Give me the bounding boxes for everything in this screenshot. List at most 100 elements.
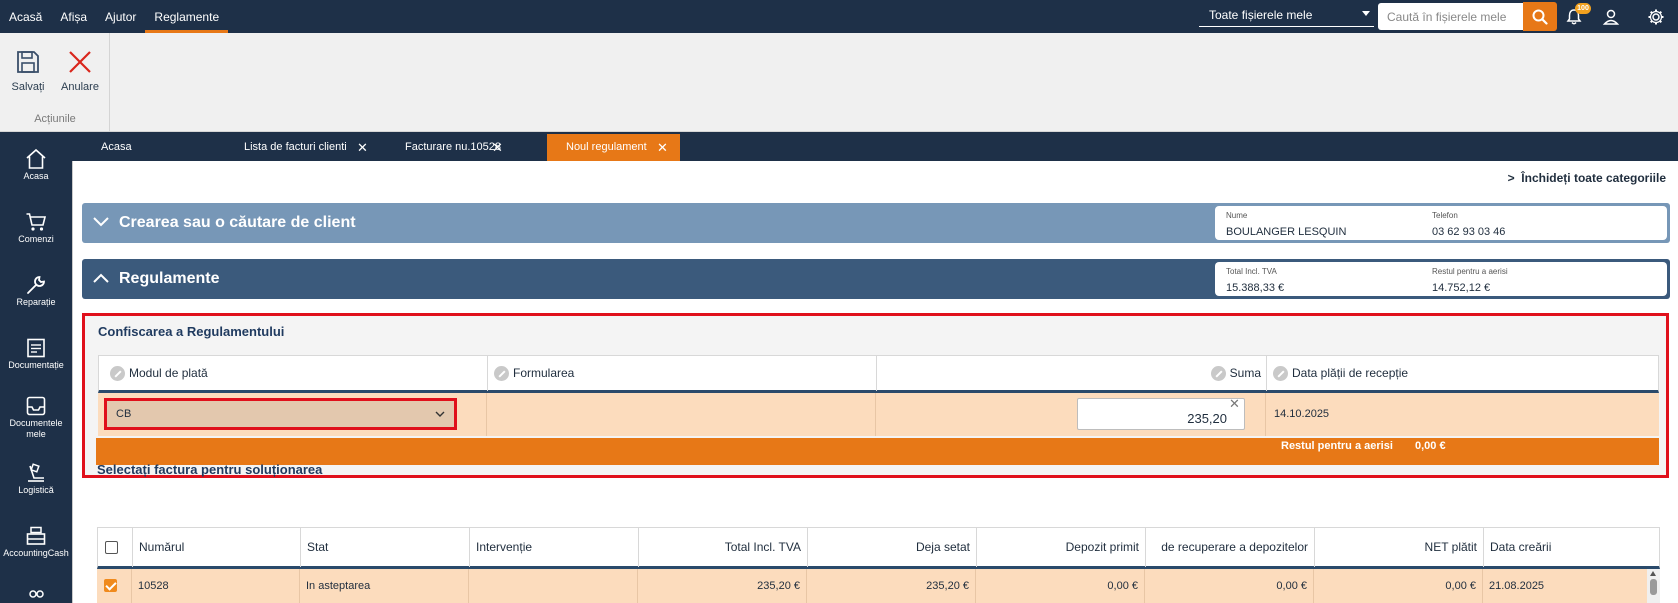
sidenav-label: Reparație [16,297,56,307]
sidenav-label: Documentație [8,360,64,370]
column-formulation[interactable]: Formularea [488,356,877,391]
table-row[interactable]: 10528 In asteptarea 235,20 € 235,20 € 0,… [97,569,1647,603]
cancel-label: Anulare [61,81,99,93]
settlement-totals-card: Total Incl. TVA 15.388,33 € Restul pentr… [1215,262,1667,296]
column-creation-date[interactable]: Data creării [1484,528,1659,567]
chevron-up-icon [93,273,109,283]
tab-invoice-10528[interactable]: Facturare nu.10528 ✕ [376,134,511,161]
column-net-paid[interactable]: NET plătit [1315,528,1484,567]
clear-icon[interactable]: ✕ [1229,397,1240,411]
payment-mode-select[interactable]: CB [104,398,457,430]
sidenav-item-my-documents[interactable]: Documentele mele [0,395,72,440]
close-all-categories-link[interactable]: > Închideți toate categoriile [1508,171,1666,185]
sidenav-item-documentation[interactable]: Documentație [0,337,72,371]
total-value: 15.388,33 € [1226,282,1285,294]
name-label: Nume [1226,211,1248,220]
invoice-selection-title: Selectați factura pentru soluționarea [97,462,323,477]
topnav-view[interactable]: Afișa [51,0,96,33]
settlement-section-header[interactable]: Regulamente Total Incl. TVA 15.388,33 € … [82,259,1670,299]
scroll-up-icon[interactable] [1650,571,1656,576]
invoice-already-set: 235,20 € [807,569,976,603]
users-icon [29,590,44,598]
payment-mode-cell: CB [98,393,487,436]
sidenav-item-repair[interactable]: Reparație [0,274,72,308]
tab-customer-invoices[interactable]: Lista de facturi clienti ✕ [215,134,375,161]
sidenav-item-accounting-cash[interactable]: AccountingCash [0,525,72,559]
column-status[interactable]: Stat [301,528,470,567]
close-tab-icon[interactable]: ✕ [357,134,368,161]
column-intervention[interactable]: Intervenție [470,528,639,567]
settings-button[interactable] [1643,4,1669,30]
actions-group: Salvați Anulare Acțiunile [0,33,110,132]
column-deposit-recovery[interactable]: de recuperare a depozitelor [1146,528,1315,567]
total-label: Total Incl. TVA [1226,267,1277,276]
user-button[interactable] [1598,4,1624,30]
select-all-checkbox[interactable] [105,541,118,554]
tab-label: Acasa [101,141,132,153]
column-total-incl-vat[interactable]: Total Incl. TVA [639,528,808,567]
chevron-down-icon [435,411,445,417]
table-scrollbar[interactable] [1647,569,1660,603]
receipt-date-cell[interactable]: 14.10.2025 [1266,393,1657,436]
notifications-button[interactable]: 100 [1561,3,1591,30]
amount-cell: ✕ [876,393,1266,436]
column-already-set[interactable]: Deja setat [808,528,977,567]
search-icon [1532,9,1548,25]
tab-label: Noul regulament [566,141,647,153]
invoice-intervention [469,569,638,603]
tab-label: Lista de facturi clienti [244,141,347,153]
logistics-icon [28,463,44,482]
main-content: > Închideți toate categoriile Crearea sa… [72,161,1678,603]
edit-pencil-icon [1273,366,1288,382]
search-button[interactable] [1523,2,1557,31]
home-icon [26,148,46,169]
wrench-icon [27,276,45,294]
tab-new-settlement[interactable]: Noul regulament ✕ [547,134,680,161]
sidenav-item-logistics[interactable]: Logistică [0,462,72,496]
scrollbar-thumb[interactable] [1650,579,1657,595]
cash-register-icon [26,526,46,545]
row-select-cell [97,569,132,603]
settlement-section-title: Regulamente [119,270,220,287]
gear-icon [1648,9,1664,25]
sidenav-item-home[interactable]: Acasa [0,148,72,182]
tab-home[interactable]: Acasa [72,134,203,161]
sidenav-item-more[interactable] [0,587,72,603]
notification-badge: 100 [1575,3,1591,14]
column-payment-mode[interactable]: Modul de plată [99,356,488,391]
amount-input[interactable] [1077,398,1245,430]
topnav-settlements[interactable]: Reglamente [145,0,228,33]
cancel-button[interactable]: Anulare [57,47,103,93]
topnav-help[interactable]: Ajutor [96,0,145,33]
document-tabs: Acasa Lista de facturi clienti ✕ Factura… [72,132,1678,161]
column-deposit-received[interactable]: Depozit primit [977,528,1146,567]
search-input[interactable] [1378,3,1524,30]
rest-label: Restul pentru a aerisi [1432,267,1508,276]
caret-down-icon [1362,11,1370,16]
settlement-entry-row: CB ✕ 14.10.2025 [98,393,1659,436]
column-number[interactable]: Numărul [133,528,301,567]
sidenav-label: Acasa [23,171,49,181]
customer-info-card: Nume BOULANGER LESQUIN Telefon 03 62 93 … [1215,206,1667,240]
settlement-grid-header: Modul de plată Formularea Suma Data plăț… [98,355,1659,393]
column-receipt-date[interactable]: Data plății de recepție [1267,356,1658,391]
chevron-right-icon: > [1507,171,1515,185]
top-nav: Acasă Afișa Ajutor Reglamente [0,0,228,33]
invoice-net-paid: 0,00 € [1314,569,1483,603]
payment-mode-value: CB [116,408,132,420]
topnav-home[interactable]: Acasă [0,0,51,33]
sidenav-item-orders[interactable]: Comenzi [0,211,72,245]
inbox-icon [26,396,46,416]
column-amount[interactable]: Suma [877,356,1267,391]
invoice-status: In asteptarea [300,569,469,603]
customer-section-header[interactable]: Crearea sau o căutare de client Nume BOU… [82,203,1670,243]
invoice-deposit-recovery: 0,00 € [1145,569,1314,603]
close-tab-icon[interactable]: ✕ [492,134,503,161]
file-scope-select[interactable]: Toate fișierele mele [1199,2,1374,27]
formulation-cell[interactable] [487,393,876,436]
close-tab-icon[interactable]: ✕ [657,134,668,161]
invoice-grid-header: Numărul Stat Intervenție Total Incl. TVA… [97,527,1660,569]
invoice-total: 235,20 € [638,569,807,603]
row-checkbox[interactable] [104,579,117,592]
save-button[interactable]: Salvați [5,47,51,93]
